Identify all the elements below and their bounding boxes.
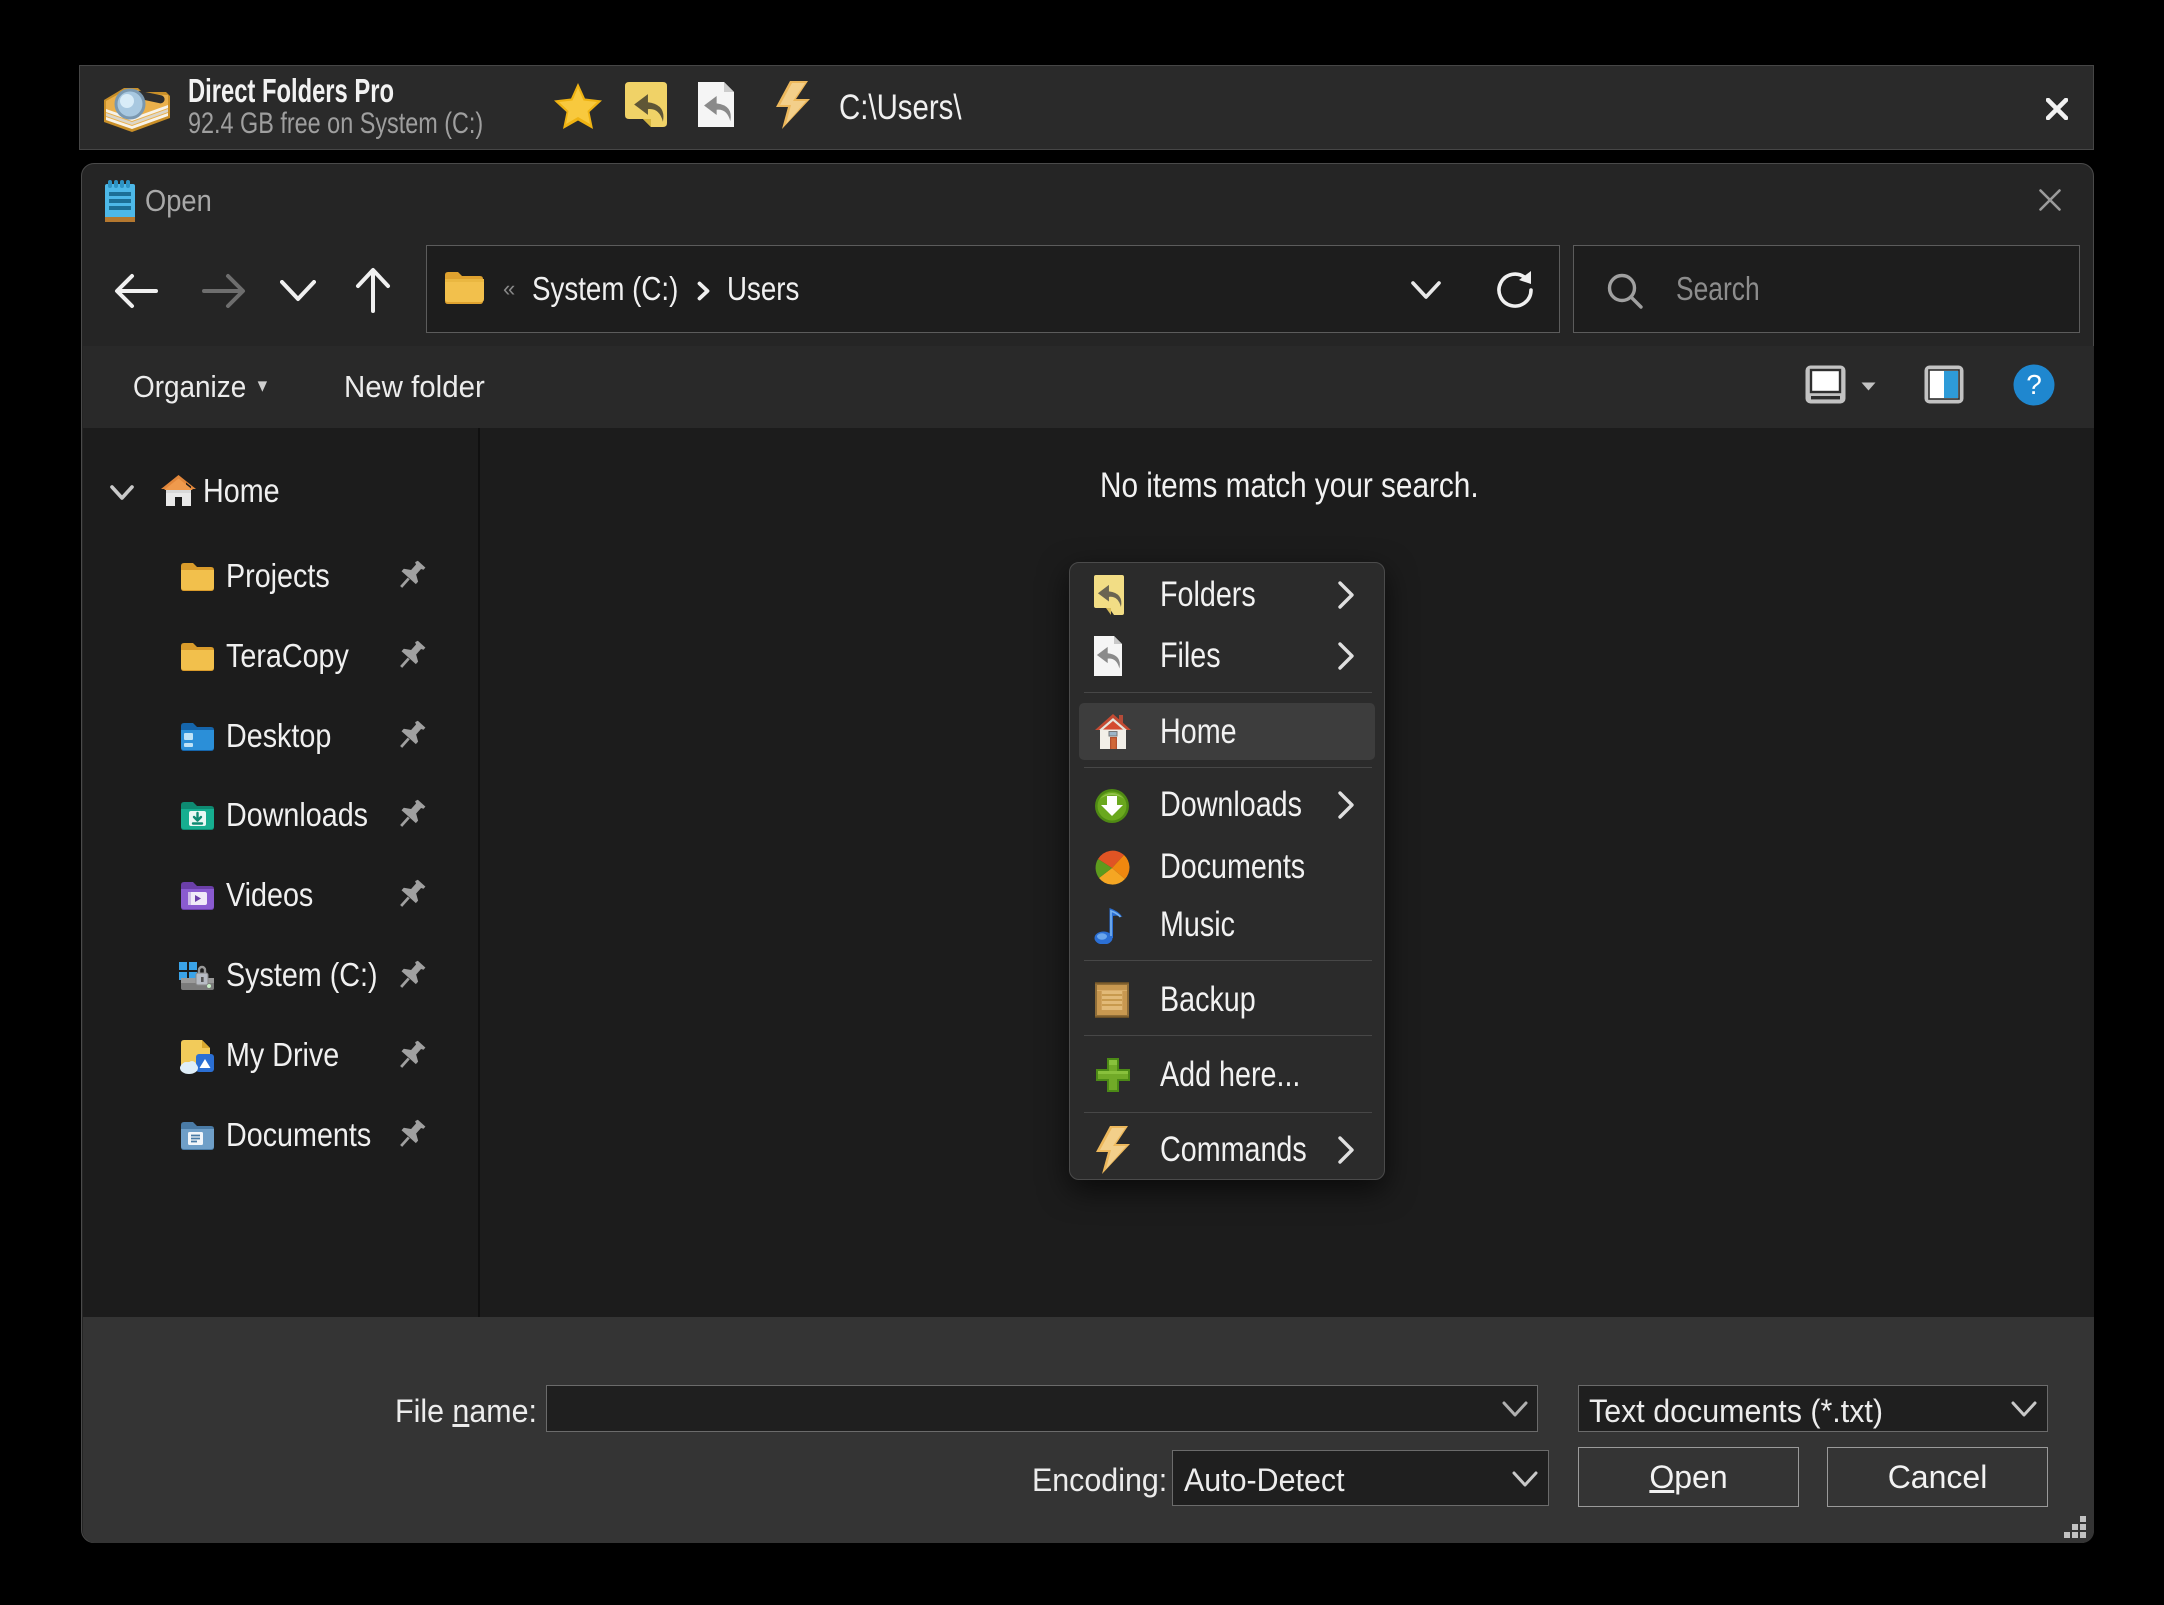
svg-text:?: ? — [2026, 369, 2042, 400]
